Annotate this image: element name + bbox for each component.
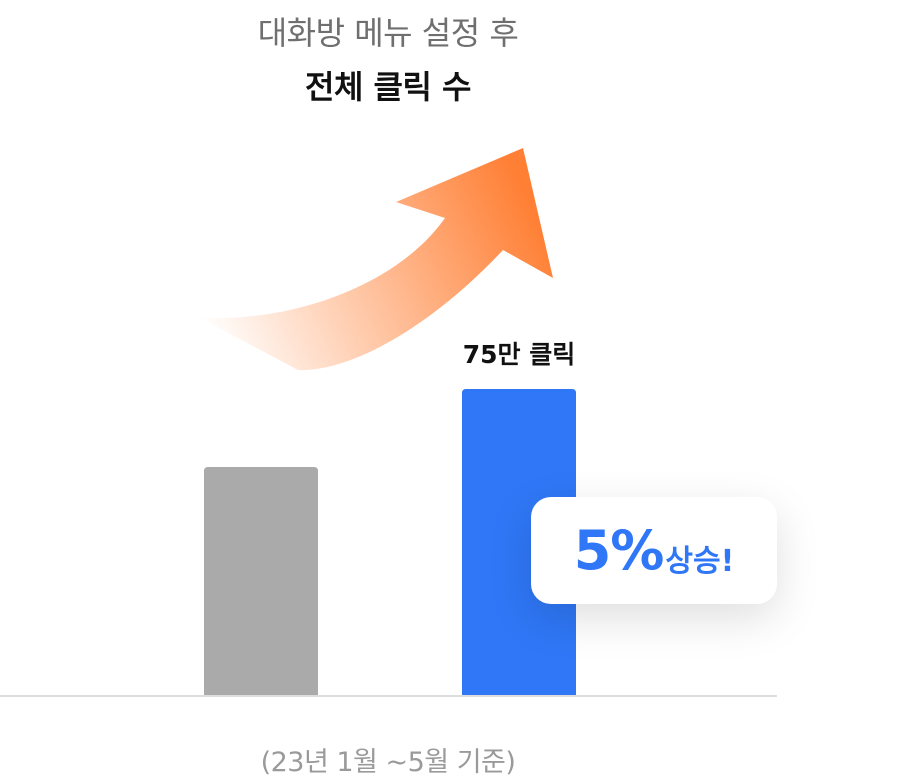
bar-value-label: 75만 클릭 [463,340,576,369]
trend-arrow-icon [200,148,553,371]
increase-badge: 5% 상승! [531,497,777,604]
date-range-footnote: (23년 1월 ~5월 기준) [260,747,516,778]
bar-chart: 75만 클릭 [0,148,777,697]
increase-label: 상승! [665,543,735,579]
increase-percent: 5% [573,519,665,582]
bar-1 [204,467,318,697]
